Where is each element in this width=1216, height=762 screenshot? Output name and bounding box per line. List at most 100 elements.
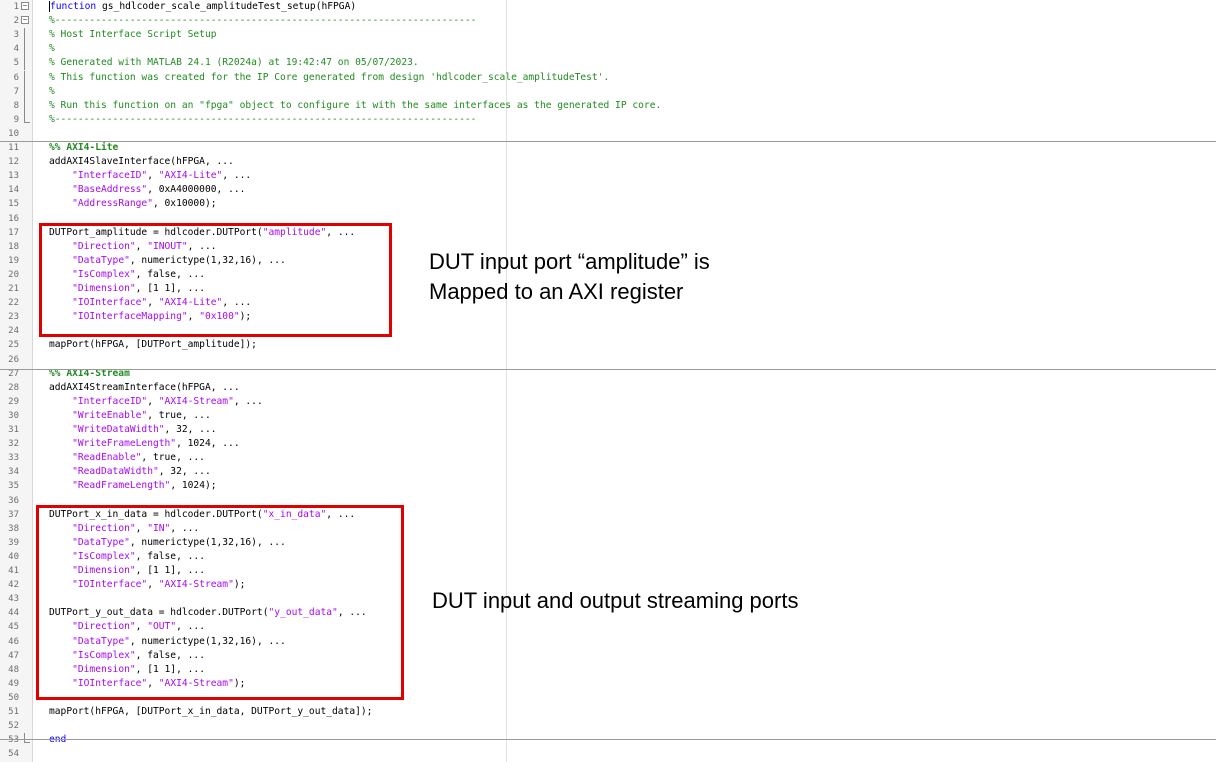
line-number: 18 [8,241,19,252]
code-line[interactable]: 12 addAXI4SlaveInterface(hFPGA, ... [0,155,1216,169]
code-token: % Run this function on an "fpga" object … [49,99,662,111]
code-line[interactable]: 15 "AddressRange", 0x10000); [0,197,1216,211]
code-editor[interactable]: 1− function gs_hdlcoder_scale_amplitudeTe… [0,0,1216,762]
line-number: 5 [13,58,19,69]
code-token: "InterfaceID" [72,395,148,407]
code-text: addAXI4SlaveInterface(hFPGA, ... [49,155,234,169]
code-line[interactable]: 54 [0,747,1216,761]
line-number: 34 [8,467,19,478]
line-number: 13 [8,171,19,182]
code-line[interactable]: 9 %--------------------------------------… [0,112,1216,127]
code-line[interactable]: 32 "WriteFrameLength", 1024, ... [0,437,1216,451]
code-line[interactable]: 25 mapPort(hFPGA, [DUTPort_amplitude]); [0,338,1216,352]
code-token: "WriteEnable" [72,409,148,421]
code-line[interactable]: 2− %-------------------------------------… [0,14,1216,28]
code-text: function gs_hdlcoder_scale_amplitudeTest… [49,0,356,14]
code-line[interactable]: 14 "BaseAddress", 0xA4000000, ... [0,183,1216,197]
code-line[interactable]: 51 mapPort(hFPGA, [DUTPort_x_in_data, DUT… [0,705,1216,719]
code-token: , 0x10000); [152,198,217,210]
code-token: "InterfaceID" [72,170,148,182]
code-token: , 32, ... [158,466,211,478]
line-number: 17 [8,227,19,238]
code-line[interactable]: 53 end [0,733,1216,747]
amplitude-annotation-line2: Mapped to an AXI register [429,279,684,304]
code-text: "ReadDataWidth", 32, ... [49,465,211,479]
line-number: 15 [8,199,19,210]
code-line[interactable]: 30 "WriteEnable", true, ... [0,409,1216,423]
code-line[interactable]: 10 [0,127,1216,141]
code-line[interactable]: 35 "ReadFrameLength", 1024); [0,479,1216,493]
code-token: % [49,85,55,97]
line-number: 39 [8,537,19,548]
line-number: 35 [8,481,19,492]
code-text: "BaseAddress", 0xA4000000, ... [49,183,245,197]
code-text: end [49,733,66,747]
code-text: mapPort(hFPGA, [DUTPort_amplitude]); [49,338,257,352]
line-number: 12 [8,157,19,168]
code-token: , ... [233,395,263,407]
code-line[interactable]: 33 "ReadEnable", true, ... [0,451,1216,465]
code-line[interactable]: 8 % Run this function on an "fpga" object… [0,98,1216,113]
code-token: "ReadDataWidth" [72,466,159,478]
streaming-annotation: DUT input and output streaming ports [432,588,799,613]
code-text: % Run this function on an "fpga" object … [49,99,661,113]
line-number: 21 [8,284,19,294]
code-text: "WriteDataWidth", 32, ... [49,423,216,437]
streaming-ports-highlight-box [36,505,404,700]
line-number: 41 [8,566,19,576]
code-text: "InterfaceID", "AXI4-Stream", ... [49,395,263,409]
code-token: , ... [222,170,252,182]
line-number: 53 [8,735,19,746]
code-line[interactable]: 13 "InterfaceID", "AXI4-Lite", ... [0,169,1216,183]
cell-separator [0,739,1216,740]
code-token: % This function was created for the IP C… [49,71,610,83]
code-line[interactable]: 7% [0,84,1216,99]
line-number: 28 [8,382,19,393]
code-line[interactable]: 52 [0,719,1216,733]
code-line[interactable]: 26 [0,353,1216,367]
code-token: gs_hdlcoder_scale_amplitudeTest_setup(hF… [96,1,357,12]
fold-toggle-icon[interactable]: − [21,2,29,10]
code-line[interactable]: 1− function gs_hdlcoder_scale_amplitudeTe… [0,0,1216,14]
code-line[interactable]: 4% [0,42,1216,57]
line-number: 1 [13,2,19,12]
code-line[interactable]: 31 "WriteDataWidth", 32, ... [0,423,1216,437]
line-number: 7 [13,86,19,97]
fold-guide [24,98,25,113]
code-line[interactable]: 29 "InterfaceID", "AXI4-Stream", ... [0,395,1216,409]
line-number: 3 [13,30,19,41]
code-line[interactable]: 6 % This function was created for the IP … [0,70,1216,85]
code-token: "WriteFrameLength" [72,438,177,450]
line-number: 54 [8,749,19,760]
code-line[interactable]: 28 addAXI4StreamInterface(hFPGA, ... [0,381,1216,395]
line-number: 51 [8,707,19,717]
code-line[interactable]: 5 % Generated with MATLAB 24.1 (R2024a) a… [0,56,1216,71]
line-number: 24 [8,326,19,337]
code-line[interactable]: 11 %% AXI4-Lite [0,141,1216,155]
fold-toggle-icon[interactable]: − [21,16,29,25]
line-number: 10 [8,128,19,139]
fold-end-icon [24,112,30,123]
code-text: "InterfaceID", "AXI4-Lite", ... [49,169,251,183]
line-number: 16 [8,213,19,224]
code-token: , 0xA4000000, ... [147,184,246,196]
line-number: 42 [8,580,19,591]
code-token: , true, ... [147,409,211,421]
code-text: % This function was created for the IP C… [49,71,609,85]
code-text: "ReadFrameLength", 1024); [49,479,216,493]
code-line[interactable]: 3 % Host Interface Script Setup [0,28,1216,43]
fold-guide [24,70,25,85]
code-token: addAXI4SlaveInterface(hFPGA, ... [49,156,234,168]
line-number: 23 [8,312,19,323]
code-text: %---------------------------------------… [49,14,476,28]
code-token: %---------------------------------------… [49,15,477,27]
code-token: "AddressRange" [72,198,153,210]
code-line[interactable]: 34 "ReadDataWidth", 32, ... [0,465,1216,479]
cell-separator [0,141,1216,142]
line-number: 29 [8,396,19,407]
